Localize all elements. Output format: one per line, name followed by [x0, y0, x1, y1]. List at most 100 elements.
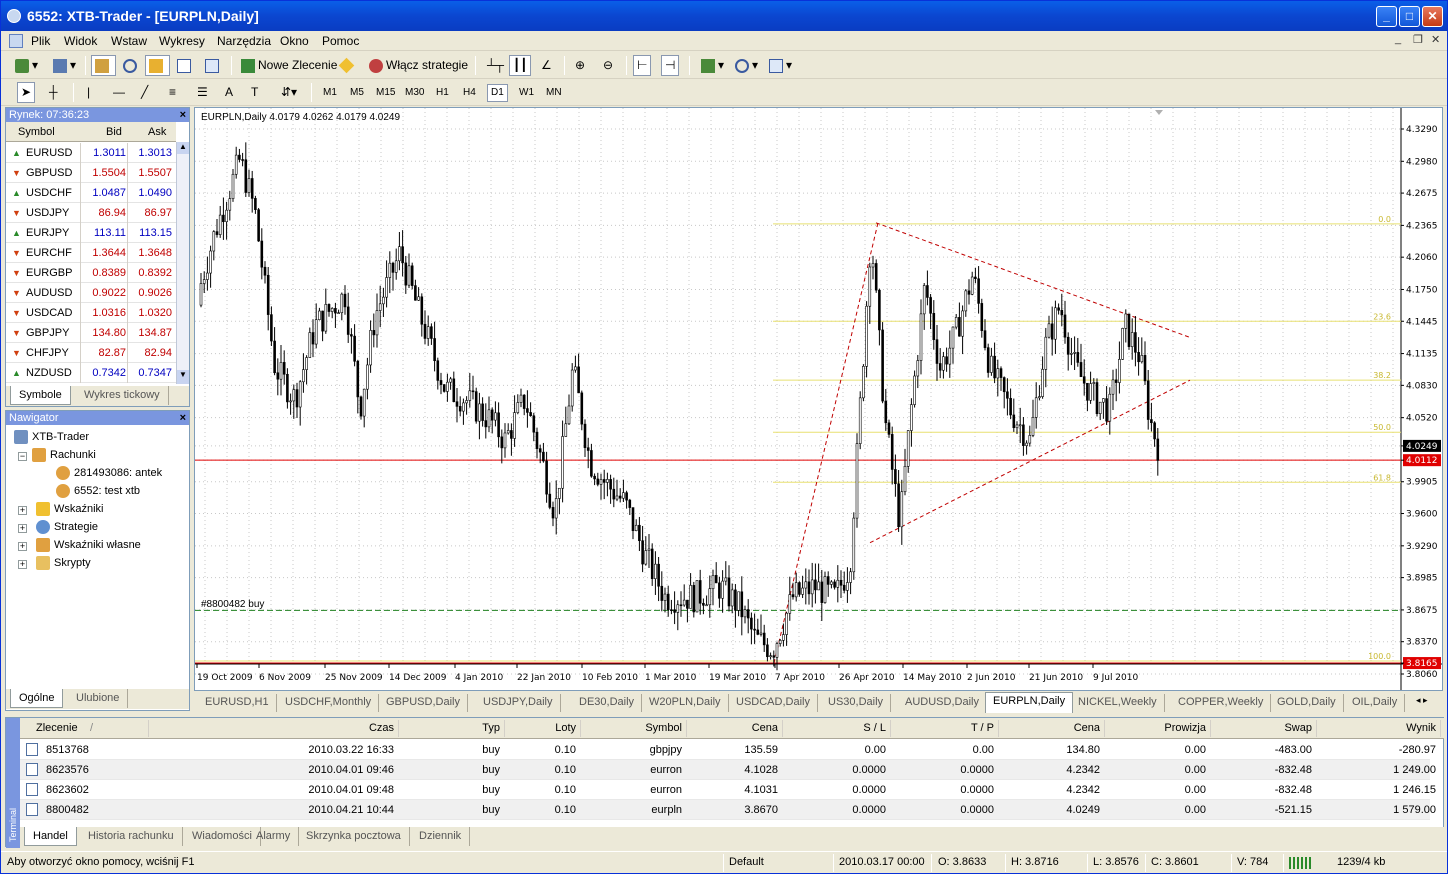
navigator-close-icon[interactable]: ×: [180, 411, 186, 425]
menu-file[interactable]: Plik: [31, 34, 50, 48]
auto-scroll-button[interactable]: ⊢: [633, 55, 652, 76]
chart-tab[interactable]: AUDUSD,Daily: [898, 694, 987, 712]
chart-tab[interactable]: EURPLN,Daily: [985, 692, 1074, 713]
expand-strategies-icon[interactable]: +: [18, 524, 27, 533]
metaeditor-button[interactable]: [337, 55, 359, 76]
timeframe-w1[interactable]: W1: [515, 84, 538, 102]
document-icon[interactable]: [9, 34, 23, 48]
horizontal-line-tool[interactable]: —: [109, 82, 129, 103]
scroll-up-icon[interactable]: ▲: [177, 142, 189, 154]
chart-tab[interactable]: W20PLN,Daily: [642, 694, 729, 712]
tab-favorites[interactable]: Ulubione: [68, 689, 129, 708]
chart-tab[interactable]: GOLD,Daily: [1270, 694, 1344, 712]
market-watch-row[interactable]: ▼ AUDUSD 0.9022 0.9026: [6, 283, 176, 303]
terminal-tab[interactable]: Historia rachunku: [80, 827, 183, 846]
chart-tab[interactable]: USDCAD,Daily: [729, 694, 818, 712]
nav-custom-indicators[interactable]: Wskaźniki własne: [36, 538, 141, 552]
mdi-close-icon[interactable]: ✕: [1431, 33, 1440, 46]
menu-window[interactable]: Okno: [280, 34, 309, 48]
title-bar[interactable]: 6552: XTB-Trader - [EURPLN,Daily] _ □ ✕: [1, 1, 1447, 31]
nav-root[interactable]: XTB-Trader: [14, 430, 89, 444]
column-header[interactable]: S / L: [784, 722, 886, 734]
new-order-button[interactable]: Nowe Zlecenie: [237, 55, 341, 76]
text-tool[interactable]: A: [221, 82, 237, 103]
chart-tab[interactable]: GBPUSD,Daily: [379, 694, 468, 712]
new-chart-button[interactable]: ▾: [11, 55, 42, 76]
cursor-tool[interactable]: ➤: [17, 82, 36, 103]
market-watch-row[interactable]: ▲ EURJPY 113.11 113.15: [6, 223, 176, 243]
tab-scroll-icon[interactable]: ◂ ▸: [1416, 695, 1428, 706]
order-row[interactable]: 8623602 2010.04.01 09:48 buy 0.10 eurron 4.10…: [20, 780, 1436, 800]
nav-scripts[interactable]: Skrypty: [36, 556, 91, 570]
column-header[interactable]: Cena: [688, 722, 778, 734]
column-header[interactable]: Loty: [506, 722, 576, 734]
column-header[interactable]: Symbol: [582, 722, 682, 734]
timeframe-m15[interactable]: M15: [372, 84, 399, 102]
enable-strategies-button[interactable]: Włącz strategie: [365, 55, 472, 76]
timeframe-h4[interactable]: H4: [459, 84, 480, 102]
templates-button[interactable]: ▾: [765, 55, 796, 76]
chart-shift-button[interactable]: ⊣: [661, 55, 680, 76]
zoom-in-icon[interactable]: ⊕: [571, 55, 589, 76]
terminal-tab[interactable]: Dziennik: [411, 827, 471, 846]
bar-chart-button[interactable]: ┴┬: [483, 55, 508, 76]
tab-tick-chart[interactable]: Wykres tickowy: [76, 386, 169, 405]
tab-general[interactable]: Ogólne: [10, 689, 64, 708]
expand-custom-indicators-icon[interactable]: +: [18, 542, 27, 551]
column-header[interactable]: Czas: [160, 722, 394, 734]
indicators-button[interactable]: ▾: [697, 55, 728, 76]
maximize-button[interactable]: □: [1399, 6, 1420, 27]
timeframe-mn[interactable]: MN: [542, 84, 566, 102]
chart-tab[interactable]: USDCHF,Monthly: [278, 694, 380, 712]
timeframe-h1[interactable]: H1: [432, 84, 453, 102]
timeframe-m30[interactable]: M30: [401, 84, 428, 102]
scroll-down-icon[interactable]: ▼: [177, 370, 189, 384]
column-ask[interactable]: Ask: [148, 126, 166, 138]
terminal-tab[interactable]: Alarmy: [248, 827, 300, 846]
market-watch-row[interactable]: ▼ USDCAD 1.0316 1.0320: [6, 303, 176, 323]
market-watch-row[interactable]: ▲ NZDUSD 0.7342 0.7347: [6, 363, 176, 383]
nav-strategies[interactable]: Strategie: [36, 520, 98, 534]
arrows-tool[interactable]: ⇵▾: [277, 82, 301, 103]
mdi-minimize-icon[interactable]: _: [1395, 33, 1401, 45]
column-header[interactable]: Prowizja: [1106, 722, 1206, 734]
chart-window[interactable]: 0.0 23.6 38.2 50.0 61.8 100.0 4.3290 4.2980 4.26…: [194, 107, 1443, 691]
vertical-line-tool[interactable]: |: [83, 82, 94, 103]
nav-account-1[interactable]: 281493086: antek: [56, 466, 162, 480]
close-button[interactable]: ✕: [1422, 6, 1443, 27]
column-header[interactable]: Wynik: [1318, 722, 1436, 734]
market-watch-row[interactable]: ▼ CHFJPY 82.87 82.94: [6, 343, 176, 363]
mdi-restore-icon[interactable]: ❐: [1413, 33, 1423, 46]
channel-tool[interactable]: ≡: [165, 82, 180, 103]
market-watch-row[interactable]: ▼ EURCHF 1.3644 1.3648: [6, 243, 176, 263]
column-header[interactable]: Typ: [400, 722, 500, 734]
menu-insert[interactable]: Wstaw: [111, 34, 147, 48]
column-symbol[interactable]: Symbol: [18, 126, 55, 138]
market-watch-row[interactable]: ▼ GBPUSD 1.5504 1.5507: [6, 163, 176, 183]
expand-scripts-icon[interactable]: +: [18, 560, 27, 569]
market-watch-scrollbar[interactable]: ▲ ▼: [176, 142, 189, 384]
menu-view[interactable]: Widok: [64, 34, 97, 48]
market-watch-toggle[interactable]: [91, 55, 116, 76]
navigator-toggle[interactable]: [145, 55, 170, 76]
timeframe-m1[interactable]: M1: [319, 84, 341, 102]
fibonacci-tool[interactable]: ☰: [193, 82, 212, 103]
terminal-tab[interactable]: Handel: [24, 827, 77, 846]
timeframe-m5[interactable]: M5: [346, 84, 368, 102]
candle-chart-button[interactable]: ┃┃: [509, 55, 532, 76]
market-watch-row[interactable]: ▲ USDCHF 1.0487 1.0490: [6, 183, 176, 203]
nav-account-2[interactable]: 6552: test xtb: [56, 484, 140, 498]
menu-tools[interactable]: Narzędzia: [217, 34, 271, 48]
terminal-toggle[interactable]: [173, 55, 198, 76]
tester-button[interactable]: [201, 55, 226, 76]
crosshair-tool[interactable]: ┼: [45, 82, 62, 103]
chart-tab[interactable]: NICKEL,Weekly: [1071, 694, 1165, 712]
market-watch-row[interactable]: ▲ EURUSD 1.3011 1.3013: [6, 143, 176, 163]
timeframe-d1[interactable]: D1: [487, 84, 508, 102]
column-header[interactable]: Cena: [1000, 722, 1100, 734]
zoom-out-icon[interactable]: ⊖: [599, 55, 617, 76]
menu-charts[interactable]: Wykresy: [159, 34, 205, 48]
nav-indicators[interactable]: Wskaźniki: [36, 502, 104, 516]
order-row[interactable]: 8623576 2010.04.01 09:46 buy 0.10 eurron 4.10…: [20, 760, 1436, 780]
column-header[interactable]: Zlecenie: [36, 722, 156, 734]
